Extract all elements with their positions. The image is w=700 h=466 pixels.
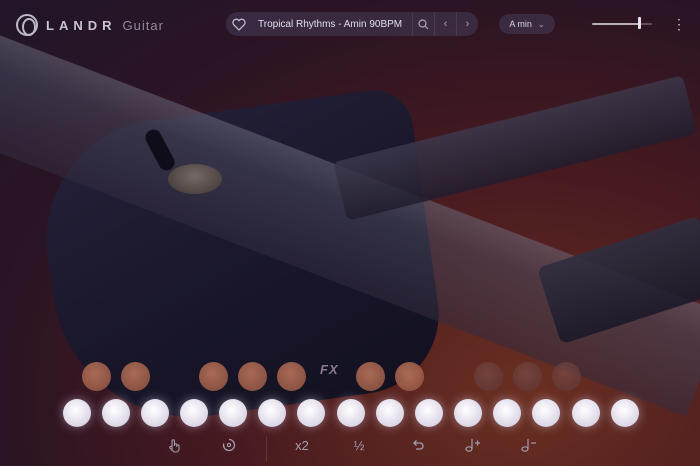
- note-pad[interactable]: [376, 399, 404, 427]
- note-pad[interactable]: [141, 399, 169, 427]
- chord-pad[interactable]: [277, 362, 306, 391]
- chord-pad[interactable]: [199, 362, 228, 391]
- note-pad[interactable]: [63, 399, 91, 427]
- undo-icon[interactable]: [405, 432, 431, 458]
- note-pad[interactable]: [180, 399, 208, 427]
- note-pads-row: [0, 398, 700, 430]
- chord-pad[interactable]: [121, 362, 150, 391]
- note-pad[interactable]: [102, 399, 130, 427]
- note-pad[interactable]: [337, 399, 365, 427]
- half-speed-button[interactable]: ½: [346, 432, 372, 458]
- preset-browser: Tropical Rhythms - Amin 90BPM ‹ ›: [226, 12, 478, 36]
- double-speed-button[interactable]: x2: [289, 432, 315, 458]
- top-bar: LANDR Guitar Tropical Rhythms - Amin 90B…: [0, 0, 700, 48]
- kebab-icon[interactable]: ⋮: [672, 16, 686, 32]
- note-pad[interactable]: [572, 399, 600, 427]
- logo: LANDR Guitar: [16, 14, 164, 36]
- chord-pad[interactable]: [474, 362, 503, 391]
- preset-name[interactable]: Tropical Rhythms - Amin 90BPM: [250, 19, 412, 30]
- note-pad[interactable]: [493, 399, 521, 427]
- key-value: A min: [509, 19, 532, 29]
- volume-thumb[interactable]: [637, 17, 641, 29]
- chord-pad[interactable]: [238, 362, 267, 391]
- chord-pads-row: [0, 360, 700, 392]
- chord-pad[interactable]: [395, 362, 424, 391]
- chord-pad[interactable]: [513, 362, 542, 391]
- brand-name: LANDR: [46, 17, 117, 33]
- key-select[interactable]: A min ⌄: [499, 14, 555, 34]
- note-plus-icon[interactable]: [460, 432, 486, 458]
- note-minus-icon[interactable]: [516, 432, 542, 458]
- landr-logo-icon: [16, 14, 38, 36]
- chevron-left-icon[interactable]: ‹: [434, 12, 456, 36]
- hand-strum-icon[interactable]: [162, 432, 186, 458]
- rotate-icon[interactable]: [216, 432, 242, 458]
- chord-pad[interactable]: [552, 362, 581, 391]
- bottom-toolbar: x2 ½: [0, 432, 700, 462]
- note-pad[interactable]: [258, 399, 286, 427]
- note-pad[interactable]: [219, 399, 247, 427]
- search-icon[interactable]: [412, 12, 434, 36]
- note-pad[interactable]: [532, 399, 560, 427]
- chevron-right-icon[interactable]: ›: [456, 12, 478, 36]
- note-pad[interactable]: [297, 399, 325, 427]
- note-pad[interactable]: [415, 399, 443, 427]
- heart-icon[interactable]: [228, 13, 250, 35]
- product-name: Guitar: [122, 17, 164, 33]
- note-pad[interactable]: [611, 399, 639, 427]
- volume-fill: [592, 23, 639, 25]
- guitar-background-image: [0, 0, 700, 466]
- note-pad[interactable]: [454, 399, 482, 427]
- background-overlay: [0, 0, 700, 466]
- chevron-down-icon: ⌄: [537, 19, 545, 29]
- volume-slider[interactable]: [592, 17, 652, 29]
- chord-pad[interactable]: [82, 362, 111, 391]
- chord-pad[interactable]: [356, 362, 385, 391]
